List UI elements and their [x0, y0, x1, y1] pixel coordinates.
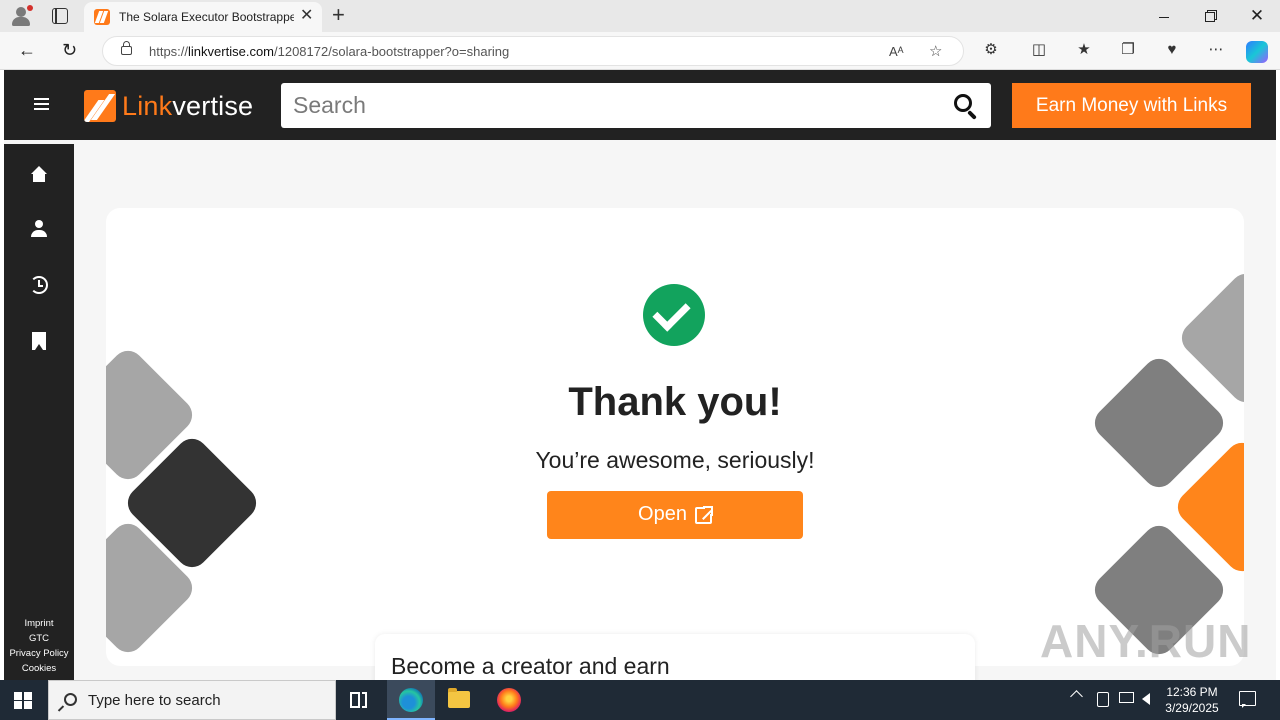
- logo-text: Linkvertise: [122, 91, 253, 122]
- logo-mark-icon: [84, 90, 116, 122]
- firefox-icon: [497, 688, 521, 712]
- taskbar-app-firefox[interactable]: [485, 680, 533, 720]
- url-scheme: https://: [149, 44, 189, 59]
- new-tab-button[interactable]: +: [332, 3, 345, 27]
- page-subtitle: You’re awesome, seriously!: [535, 447, 815, 473]
- tray-overflow-chevron-icon[interactable]: [1070, 690, 1083, 703]
- taskbar-app-edge[interactable]: [387, 680, 435, 720]
- window-restore-button[interactable]: [1187, 6, 1233, 26]
- tray-device-icon[interactable]: [1097, 692, 1109, 707]
- earn-money-button[interactable]: Earn Money with Links: [1012, 83, 1251, 128]
- external-link-icon: [694, 504, 714, 524]
- tray-volume-icon[interactable]: [1142, 693, 1150, 705]
- thank-you-card: Thank you! You’re awesome, seriously! Op…: [106, 208, 1244, 666]
- favorites-icon[interactable]: ★: [1074, 41, 1094, 59]
- page-title: Thank you!: [568, 380, 782, 424]
- address-bar[interactable]: https://linkvertise.com/1208172/solara-b…: [102, 36, 964, 66]
- logo-text-vertise: vertise: [172, 91, 254, 121]
- tray-network-icon[interactable]: [1119, 692, 1134, 703]
- back-icon[interactable]: ←: [18, 40, 36, 60]
- sidebar-item-home[interactable]: [4, 156, 74, 196]
- anyrun-watermark: ANY.RUN: [1040, 615, 1252, 667]
- lock-icon[interactable]: [121, 41, 132, 55]
- sidebar-footer: Imprint GTC Privacy Policy Cookies: [4, 616, 74, 676]
- clock-date: 3/29/2025: [1165, 701, 1219, 715]
- sidebar-item-bookmarks[interactable]: [4, 324, 74, 364]
- clock-time: 12:36 PM: [1166, 685, 1218, 699]
- bookmark-icon: [32, 332, 46, 350]
- linkvertise-favicon-icon: [94, 9, 110, 25]
- tab-title: The Solara Executor Bootstrapper: [119, 10, 294, 24]
- taskbar-search-icon: [64, 693, 77, 706]
- taskbar-app-file-explorer[interactable]: [435, 680, 483, 720]
- task-view-icon[interactable]: [350, 692, 368, 708]
- taskbar-search-box[interactable]: Type here to search: [48, 680, 336, 720]
- linkvertise-logo[interactable]: Linkvertise: [84, 90, 264, 122]
- more-icon[interactable]: ⋯: [1206, 41, 1226, 59]
- open-button[interactable]: Open: [547, 491, 803, 539]
- taskbar-clock[interactable]: 12:36 PM 3/29/2025: [1160, 684, 1224, 716]
- site-header: Linkvertise Earn Money with Links: [4, 70, 1276, 140]
- tab-close-icon[interactable]: ✕: [300, 8, 313, 24]
- user-icon: [31, 220, 47, 238]
- performance-icon[interactable]: ♥: [1162, 41, 1182, 59]
- check-icon: [643, 284, 705, 346]
- windows-start-icon[interactable]: [14, 692, 32, 709]
- menu-icon[interactable]: [34, 98, 49, 110]
- window-minimize-button[interactable]: [1141, 6, 1187, 26]
- favorite-star-icon[interactable]: ☆: [929, 42, 942, 60]
- creator-title: Become a creator and earn: [391, 653, 670, 679]
- web-page: Linkvertise Earn Money with Links Imprin…: [4, 70, 1276, 680]
- notification-icon[interactable]: [1239, 691, 1256, 708]
- footer-link-privacy-policy[interactable]: Privacy Policy: [4, 646, 74, 661]
- edge-icon: [399, 688, 423, 712]
- footer-link-cookies[interactable]: Cookies: [4, 661, 74, 676]
- url-host: linkvertise.com: [188, 44, 274, 59]
- open-button-label: Open: [638, 503, 687, 526]
- collections-icon[interactable]: ❐: [1118, 41, 1138, 59]
- browser-toolbar: ← ↻ https://linkvertise.com/1208172/sola…: [0, 32, 1280, 70]
- taskbar: Type here to search 12:36 PM 3/29/2025: [0, 680, 1280, 720]
- sidebar-item-history[interactable]: [4, 268, 74, 308]
- search-icon[interactable]: [954, 94, 972, 112]
- browser-tab[interactable]: The Solara Executor Bootstrapper ✕: [84, 2, 322, 32]
- url-path: /1208172/solara-bootstrapper?o=sharing: [274, 44, 510, 59]
- tab-actions-icon[interactable]: [52, 8, 68, 24]
- url-text[interactable]: https://linkvertise.com/1208172/solara-b…: [149, 44, 509, 59]
- extensions-icon[interactable]: ⚙: [981, 41, 1001, 59]
- sidebar: Imprint GTC Privacy Policy Cookies: [4, 144, 74, 680]
- history-icon: [30, 276, 48, 294]
- site-search-input[interactable]: [281, 83, 991, 128]
- split-screen-icon[interactable]: ◫: [1029, 41, 1049, 59]
- window-close-button[interactable]: ✕: [1234, 6, 1280, 26]
- footer-link-imprint[interactable]: Imprint: [4, 616, 74, 631]
- read-aloud-icon[interactable]: Aᴬ: [889, 44, 904, 59]
- logo-text-link: Link: [122, 91, 173, 121]
- sidebar-item-profile[interactable]: [4, 212, 74, 252]
- copilot-icon[interactable]: [1246, 41, 1268, 63]
- reload-icon[interactable]: ↻: [62, 40, 77, 60]
- creator-card: Become a creator and earn: [375, 634, 975, 680]
- file-explorer-icon: [448, 688, 470, 708]
- browser-titlebar: The Solara Executor Bootstrapper ✕ + ✕: [0, 0, 1280, 32]
- profile-icon[interactable]: [10, 5, 33, 27]
- taskbar-search-placeholder: Type here to search: [88, 692, 221, 709]
- footer-link-gtc[interactable]: GTC: [4, 631, 74, 646]
- home-icon: [30, 166, 48, 184]
